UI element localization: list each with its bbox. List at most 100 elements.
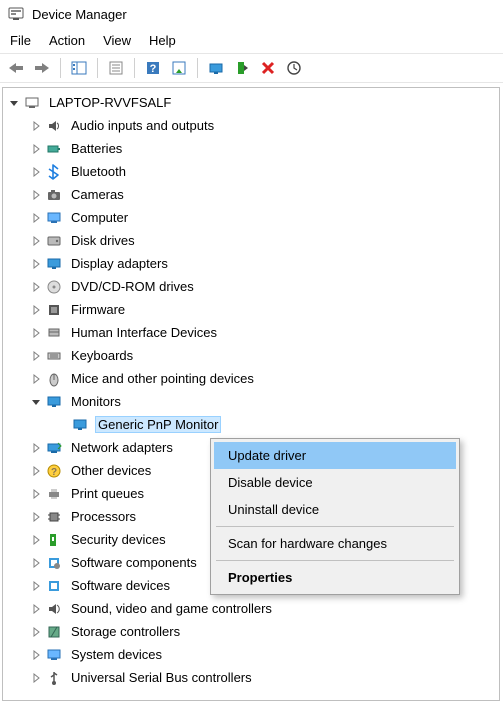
battery-icon <box>45 140 63 158</box>
display-icon <box>45 255 63 273</box>
tree-panel: LAPTOP-RVVFSALF Audio inputs and outputs… <box>2 87 500 701</box>
tree-node-label: Sound, video and game controllers <box>69 601 274 616</box>
tree-node-label: Batteries <box>69 141 124 156</box>
tree-node-monitor[interactable]: Monitors <box>3 390 499 413</box>
tree-node-speaker[interactable]: Audio inputs and outputs <box>3 114 499 137</box>
expand-icon[interactable] <box>29 303 43 317</box>
collapse-icon[interactable] <box>7 96 21 110</box>
tree-node-bluetooth[interactable]: Bluetooth <box>3 160 499 183</box>
help-icon[interactable]: ? <box>141 57 165 79</box>
other-icon: ? <box>45 462 63 480</box>
expand-icon[interactable] <box>29 602 43 616</box>
tree-node-label: Security devices <box>69 532 168 547</box>
tree-node-label: Software components <box>69 555 199 570</box>
tree-root[interactable]: LAPTOP-RVVFSALF <box>3 91 499 114</box>
tree-node-label: Processors <box>69 509 138 524</box>
expand-icon[interactable] <box>29 234 43 248</box>
menu-action[interactable]: Action <box>49 33 85 48</box>
tree-node-camera[interactable]: Cameras <box>3 183 499 206</box>
tree-node-label: Keyboards <box>69 348 135 363</box>
device-tree[interactable]: LAPTOP-RVVFSALF Audio inputs and outputs… <box>3 88 499 689</box>
tree-node-disk[interactable]: Disk drives <box>3 229 499 252</box>
tree-node-firmware[interactable]: Firmware <box>3 298 499 321</box>
network-icon <box>45 439 63 457</box>
menu-help[interactable]: Help <box>149 33 176 48</box>
expand-icon[interactable] <box>29 671 43 685</box>
svg-text:?: ? <box>51 467 57 478</box>
window-title: Device Manager <box>32 7 127 22</box>
enable-device-icon[interactable] <box>230 57 254 79</box>
expand-icon[interactable] <box>29 487 43 501</box>
menu-view[interactable]: View <box>103 33 131 48</box>
tree-node-system[interactable]: System devices <box>3 643 499 666</box>
scan-changes-icon[interactable] <box>282 57 306 79</box>
expand-icon[interactable] <box>29 510 43 524</box>
back-icon[interactable] <box>4 57 28 79</box>
expand-icon[interactable] <box>29 648 43 662</box>
context-menu-item[interactable]: Uninstall device <box>214 496 456 523</box>
context-menu-item[interactable]: Scan for hardware changes <box>214 530 456 557</box>
expand-icon[interactable] <box>29 349 43 363</box>
tree-root-label: LAPTOP-RVVFSALF <box>47 95 173 110</box>
tree-node-battery[interactable]: Batteries <box>3 137 499 160</box>
expand-icon[interactable] <box>29 441 43 455</box>
tree-node-sound[interactable]: Sound, video and game controllers <box>3 597 499 620</box>
tree-node-usb[interactable]: Universal Serial Bus controllers <box>3 666 499 689</box>
system-icon <box>45 646 63 664</box>
expand-icon[interactable] <box>29 119 43 133</box>
tree-node-label: Monitors <box>69 394 123 409</box>
show-tree-icon[interactable] <box>67 57 91 79</box>
collapse-icon[interactable] <box>29 395 43 409</box>
expand-icon[interactable] <box>29 165 43 179</box>
camera-icon <box>45 186 63 204</box>
expand-icon[interactable] <box>29 625 43 639</box>
computer-icon <box>23 94 41 112</box>
context-menu: Update driverDisable deviceUninstall dev… <box>210 438 460 595</box>
tree-node-storage[interactable]: Storage controllers <box>3 620 499 643</box>
tree-node-label: Display adapters <box>69 256 170 271</box>
security-icon <box>45 531 63 549</box>
tree-node-display[interactable]: Display adapters <box>3 252 499 275</box>
menu-file[interactable]: File <box>10 33 31 48</box>
update-driver-toolbar-icon[interactable] <box>204 57 228 79</box>
tree-node-label: Disk drives <box>69 233 137 248</box>
tree-node-dvd[interactable]: DVD/CD-ROM drives <box>3 275 499 298</box>
expand-icon[interactable] <box>29 556 43 570</box>
expand-icon[interactable] <box>29 533 43 547</box>
expand-icon[interactable] <box>29 464 43 478</box>
swcomp-icon <box>45 554 63 572</box>
toolbar-separator <box>197 58 198 78</box>
expand-icon[interactable] <box>29 280 43 294</box>
uninstall-device-icon[interactable] <box>256 57 280 79</box>
expand-icon[interactable] <box>29 188 43 202</box>
tree-node-label: Computer <box>69 210 130 225</box>
tree-node-mouse[interactable]: Mice and other pointing devices <box>3 367 499 390</box>
expander-placeholder <box>55 418 69 432</box>
expand-icon[interactable] <box>29 372 43 386</box>
toolbar: ? <box>0 53 503 83</box>
tree-leaf-monitor[interactable]: Generic PnP Monitor <box>3 413 499 436</box>
context-menu-item[interactable]: Disable device <box>214 469 456 496</box>
tree-node-computer[interactable]: Computer <box>3 206 499 229</box>
svg-text:?: ? <box>150 63 157 75</box>
tree-node-hid[interactable]: Human Interface Devices <box>3 321 499 344</box>
sound-icon <box>45 600 63 618</box>
tree-node-label: Software devices <box>69 578 172 593</box>
expand-icon[interactable] <box>29 326 43 340</box>
context-menu-item[interactable]: Update driver <box>214 442 456 469</box>
tree-node-label: Human Interface Devices <box>69 325 219 340</box>
context-menu-item[interactable]: Properties <box>214 564 456 591</box>
title-bar: Device Manager <box>0 0 503 30</box>
expand-icon[interactable] <box>29 142 43 156</box>
tree-node-label: DVD/CD-ROM drives <box>69 279 196 294</box>
tree-node-label: Other devices <box>69 463 153 478</box>
expand-icon[interactable] <box>29 211 43 225</box>
bluetooth-icon <box>45 163 63 181</box>
expand-icon[interactable] <box>29 579 43 593</box>
forward-icon[interactable] <box>30 57 54 79</box>
context-menu-separator <box>216 526 454 527</box>
scan-hardware-icon[interactable] <box>167 57 191 79</box>
tree-node-keyboard[interactable]: Keyboards <box>3 344 499 367</box>
properties-icon[interactable] <box>104 57 128 79</box>
expand-icon[interactable] <box>29 257 43 271</box>
